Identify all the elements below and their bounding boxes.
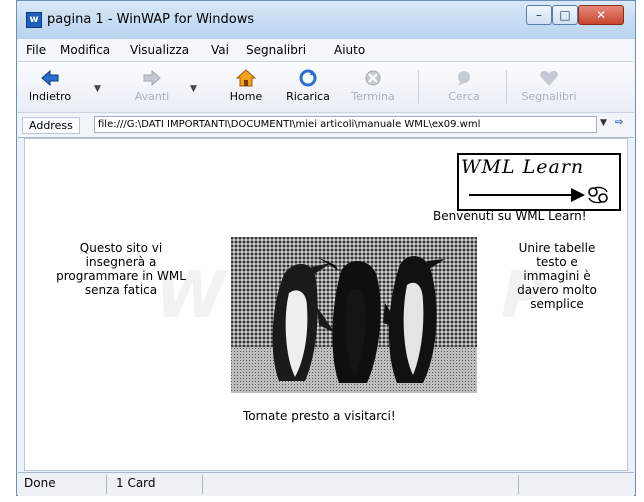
bookmarks-label: Segnalibri [521, 90, 577, 103]
winwap-icon: w [26, 12, 42, 28]
menu-segnalibri[interactable]: Segnalibri [246, 43, 306, 57]
intro-text: Questo sito vi insegnerà a programmare i… [56, 241, 186, 297]
address-input[interactable]: file:///G:\DATI IMPORTANTI\DOCUMENTI\mie… [94, 116, 597, 133]
heart-icon [539, 69, 559, 87]
address-label: Address [22, 117, 80, 134]
status-text: Done [24, 476, 56, 490]
back-arrow-icon [40, 69, 60, 87]
forward-label: Avanti [134, 90, 170, 103]
menu-vai[interactable]: Vai [211, 43, 229, 57]
menu-aiuto[interactable]: Aiuto [334, 43, 365, 57]
status-separator [518, 475, 519, 494]
bookmarks-button[interactable]: Segnalibri [516, 67, 582, 107]
wml-content: WinWAP WML Learn Benvenuti su WML Learn!… [24, 138, 628, 471]
toolbar-separator [506, 70, 507, 104]
menu-visualizza[interactable]: Visualizza [130, 43, 189, 57]
title-bar[interactable]: w pagina 1 - WinWAP for Windows – □ ✕ [17, 1, 635, 39]
forward-dropdown-icon[interactable]: ▼ [190, 84, 197, 94]
welcome-text: Benvenuti su WML Learn! [433, 209, 587, 223]
forward-arrow-icon [142, 69, 162, 87]
menu-bar: File Modifica Visualizza Vai Segnalibri … [18, 39, 634, 62]
arrow-cancer-symbol-icon [469, 186, 608, 204]
status-separator [202, 475, 203, 494]
address-bar: Address file:///G:\DATI IMPORTANTI\DOCUM… [18, 113, 634, 138]
toolbar: Indietro ▼ Avanti ▼ Home Ricarica Termin… [18, 62, 634, 113]
menu-modifica[interactable]: Modifica [60, 43, 110, 57]
tables-text: Unire tabelle testo e immagini è davero … [517, 241, 597, 311]
status-separator [106, 475, 107, 494]
stop-icon [363, 69, 383, 87]
menu-file[interactable]: File [26, 43, 46, 57]
stop-button[interactable]: Termina [348, 67, 398, 107]
app-window: w pagina 1 - WinWAP for Windows – □ ✕ Fi… [16, 0, 636, 496]
home-label: Home [229, 90, 263, 103]
card-count: 1 Card [116, 476, 156, 490]
go-icon[interactable]: ⇨ [615, 117, 623, 128]
minimize-button[interactable]: – [526, 5, 552, 25]
reload-icon [298, 69, 318, 87]
back-button[interactable]: Indietro [28, 67, 72, 107]
goodbye-text: Tornate presto a visitarci! [243, 409, 396, 423]
close-button[interactable]: ✕ [578, 5, 624, 25]
window-title: pagina 1 - WinWAP for Windows [47, 12, 255, 27]
logo-image: WML Learn [457, 153, 621, 211]
home-icon [235, 69, 257, 87]
forward-button[interactable]: Avanti [130, 67, 174, 107]
reload-label: Ricarica [286, 90, 330, 103]
toolbar-separator [418, 70, 419, 104]
reload-button[interactable]: Ricarica [280, 67, 336, 107]
status-bar: Done 1 Card [18, 472, 634, 496]
address-dropdown-icon[interactable]: ▼ [600, 118, 607, 128]
search-icon [454, 69, 474, 87]
back-dropdown-icon[interactable]: ▼ [94, 84, 101, 94]
home-button[interactable]: Home [224, 67, 268, 107]
back-label: Indietro [28, 90, 72, 103]
maximize-button[interactable]: □ [552, 5, 578, 25]
penguins-image [231, 237, 477, 393]
logo-text: WML Learn [461, 156, 585, 178]
stop-label: Termina [351, 90, 395, 103]
search-button[interactable]: Cerca [442, 67, 486, 107]
search-label: Cerca [448, 90, 480, 103]
